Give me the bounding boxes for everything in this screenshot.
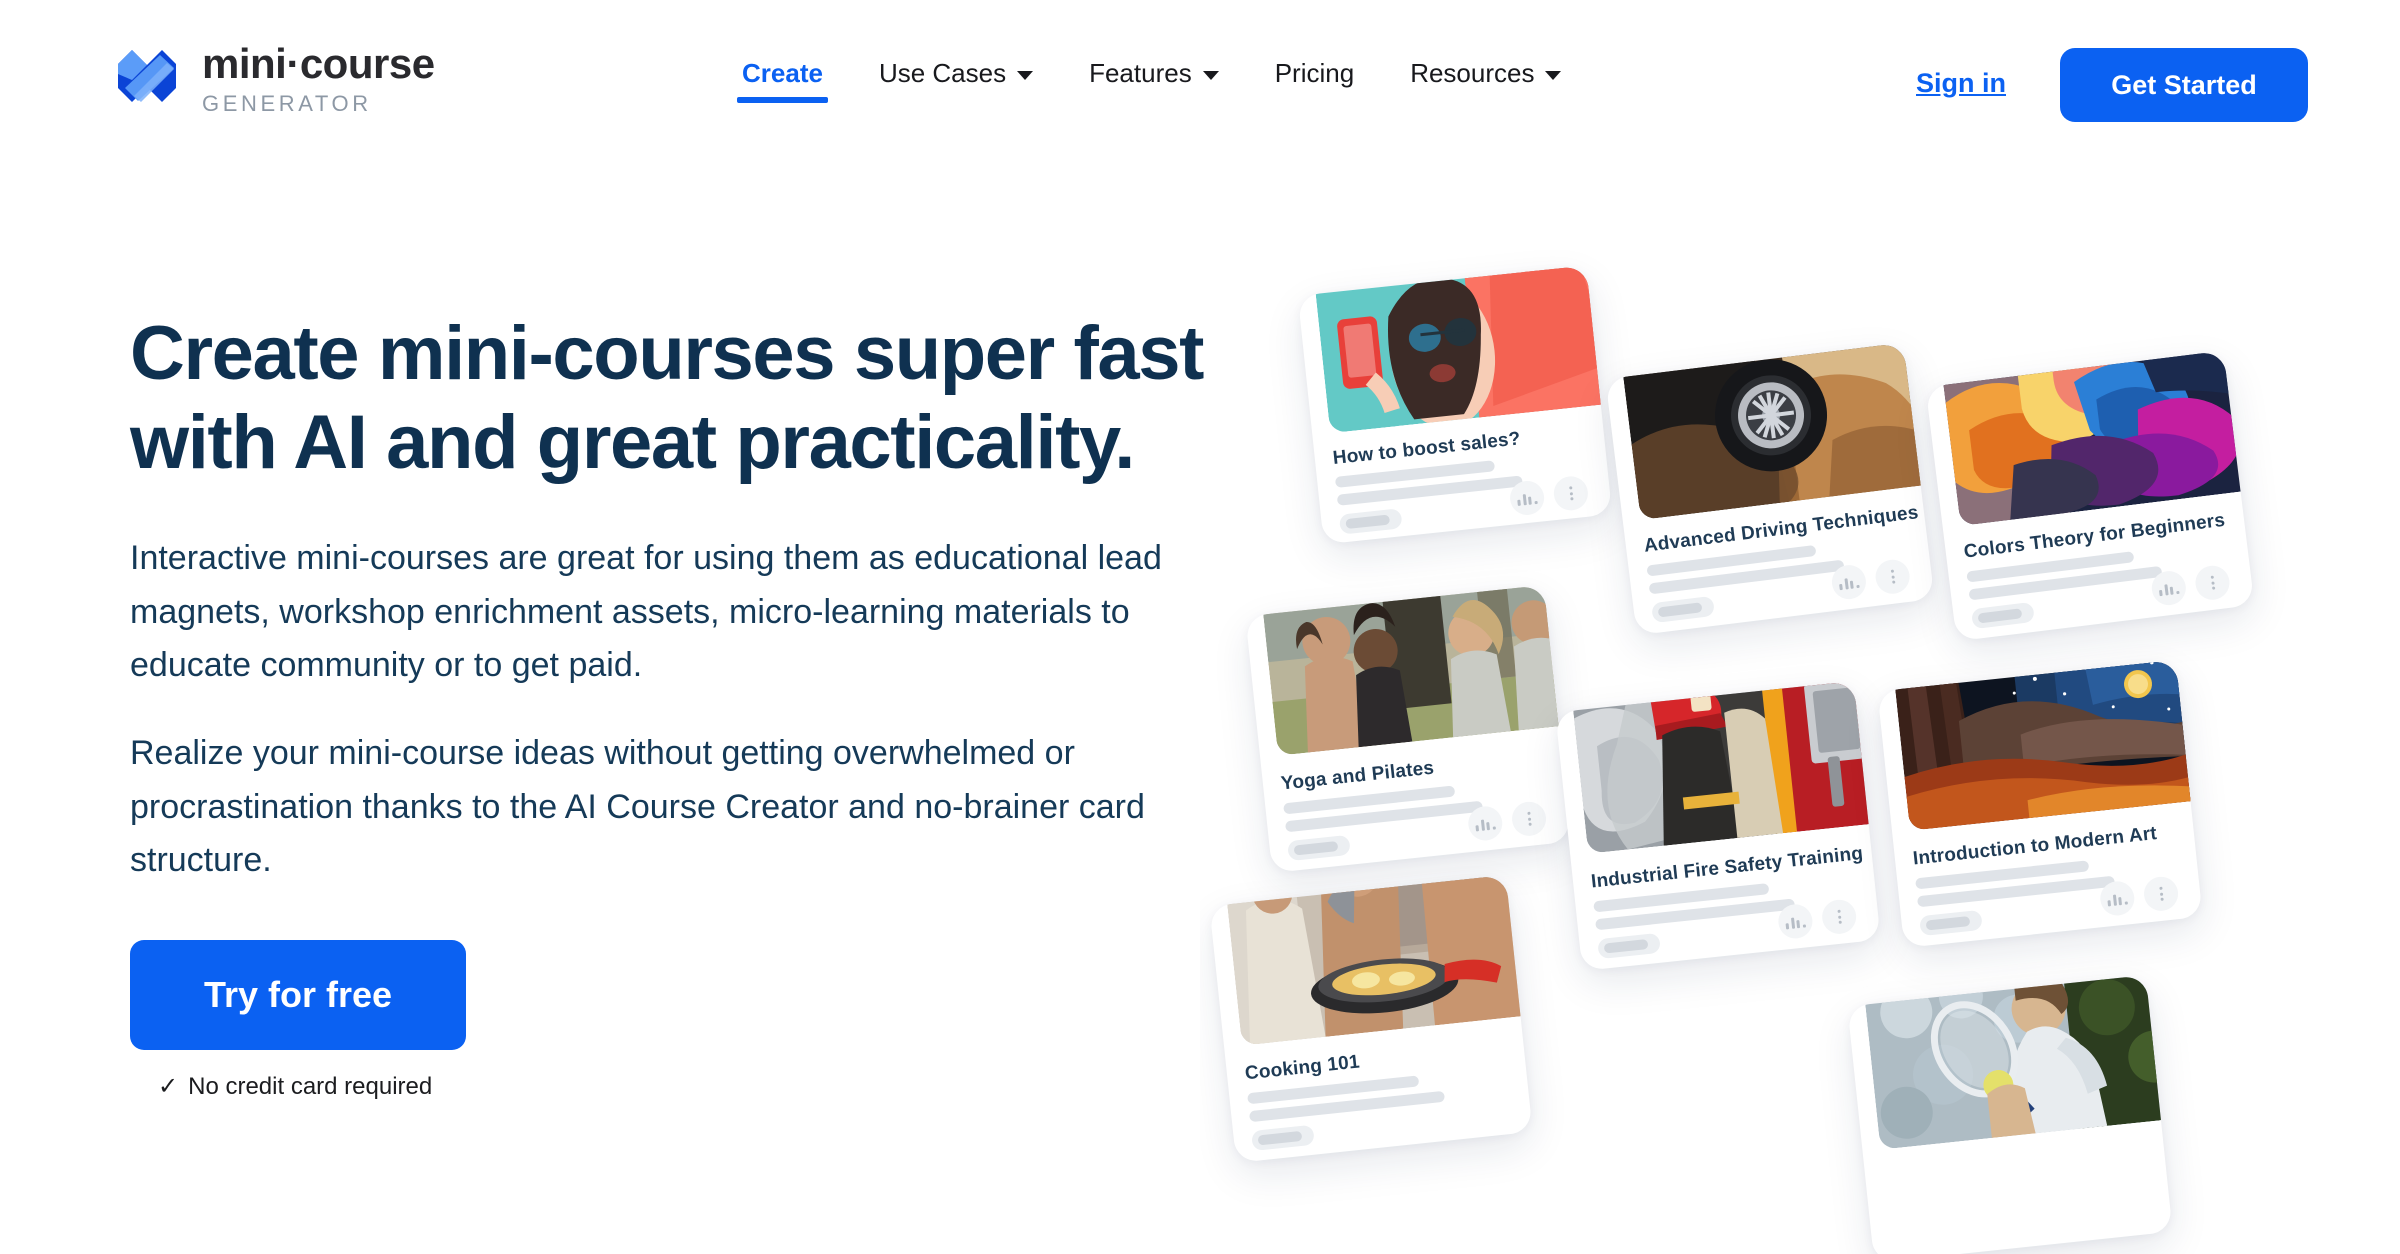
course-card[interactable] — [1847, 975, 2173, 1254]
firefighter-red-truck-smoke-photo — [1570, 681, 1881, 854]
get-started-button[interactable]: Get Started — [2060, 48, 2308, 122]
nav-item-create[interactable]: Create — [714, 58, 851, 115]
active-indicator — [737, 97, 828, 103]
nav-item-pricing[interactable]: Pricing — [1247, 58, 1382, 115]
course-card[interactable]: Introduction to Modern Art — [1877, 660, 2203, 948]
colorful-ink-smoke-photo — [1940, 350, 2255, 526]
chevron-down-icon — [1545, 71, 1562, 80]
check-icon: ✓ — [158, 1073, 179, 1101]
nav-item-label: Resources — [1410, 58, 1535, 88]
nav-item-use-cases[interactable]: Use Cases — [851, 58, 1061, 115]
course-card[interactable]: Cooking 101 — [1209, 875, 1533, 1163]
brand-subtitle: GENERATOR — [202, 91, 372, 117]
hero-paragraph-2: Realize your mini-course ideas without g… — [130, 733, 1145, 880]
night-landscape-moons-illustration — [1892, 660, 2203, 831]
chevron-down-icon — [1202, 71, 1219, 80]
people-cooking-pan-photo — [1224, 875, 1533, 1046]
page-title: Create mini-courses super fast with AI a… — [130, 310, 1220, 488]
headline-line-1: Create mini-courses super fast — [130, 311, 1204, 396]
headline-line-2: with AI and great practicality. — [130, 399, 1135, 485]
nav-item-features[interactable]: Features — [1061, 58, 1247, 115]
more-vertical-icon[interactable] — [1820, 898, 1858, 936]
more-vertical-icon[interactable] — [1552, 474, 1590, 513]
course-card[interactable]: Yoga and Pilates — [1245, 585, 1571, 873]
course-cards-collage: How to boost sales? Advanced Driving Tec… — [1200, 250, 2400, 1254]
course-card-title: Cooking 101 — [1243, 1051, 1361, 1085]
more-vertical-icon[interactable] — [2193, 563, 2232, 602]
course-card[interactable]: Colors Theory for Beginners — [1925, 350, 2255, 642]
nav-item-resources[interactable]: Resources — [1382, 58, 1589, 115]
car-wheel-burnout-smoke-photo — [1620, 342, 1935, 520]
course-card[interactable]: Advanced Driving Techniques — [1605, 342, 1935, 636]
no-credit-card-label: No credit card required — [188, 1072, 433, 1100]
more-vertical-icon[interactable] — [2142, 875, 2180, 913]
course-card-title: Introduction to Modern Art — [1911, 823, 2158, 870]
course-card[interactable]: How to boost sales? — [1297, 265, 1613, 545]
hero-content: Create mini-courses super fast with AI a… — [130, 310, 1220, 1101]
sign-in-link[interactable]: Sign in — [1916, 68, 2006, 99]
chevron-down-icon — [1017, 71, 1034, 80]
brand-text: mini·course GENERATOR — [202, 40, 435, 117]
brand-logo[interactable]: mini·course GENERATOR — [112, 40, 435, 117]
more-vertical-icon[interactable] — [1873, 557, 1912, 596]
woman-with-phone-shopping-bag-photo — [1313, 265, 1613, 434]
landing-page: mini·course GENERATOR Create Use Cases F… — [0, 0, 2400, 1254]
nav-item-label: Pricing — [1274, 58, 1355, 88]
hero-paragraph-1: Interactive mini-courses are great for u… — [130, 538, 1162, 685]
women-yoga-outdoors-photo — [1260, 585, 1571, 756]
nav-item-label: Features — [1089, 58, 1192, 88]
course-card-title: Industrial Fire Safety Training — [1590, 843, 1865, 893]
nav-item-label: Use Cases — [878, 58, 1007, 88]
main-navigation: Create Use Cases Features Pricing Resour… — [714, 58, 1589, 115]
tennis-player-racket-photo — [1863, 975, 2173, 1150]
nav-item-label: Create — [742, 58, 823, 88]
site-header: mini·course GENERATOR Create Use Cases F… — [0, 0, 2400, 172]
mini-course-logo-icon — [112, 44, 182, 114]
try-for-free-button[interactable]: Try for free — [130, 940, 466, 1051]
no-credit-card-note: ✓ No credit card required — [158, 1072, 1220, 1101]
course-card[interactable]: Industrial Fire Safety Training — [1555, 681, 1881, 971]
brand-name: mini·course — [202, 40, 435, 87]
more-vertical-icon[interactable] — [1510, 800, 1548, 838]
